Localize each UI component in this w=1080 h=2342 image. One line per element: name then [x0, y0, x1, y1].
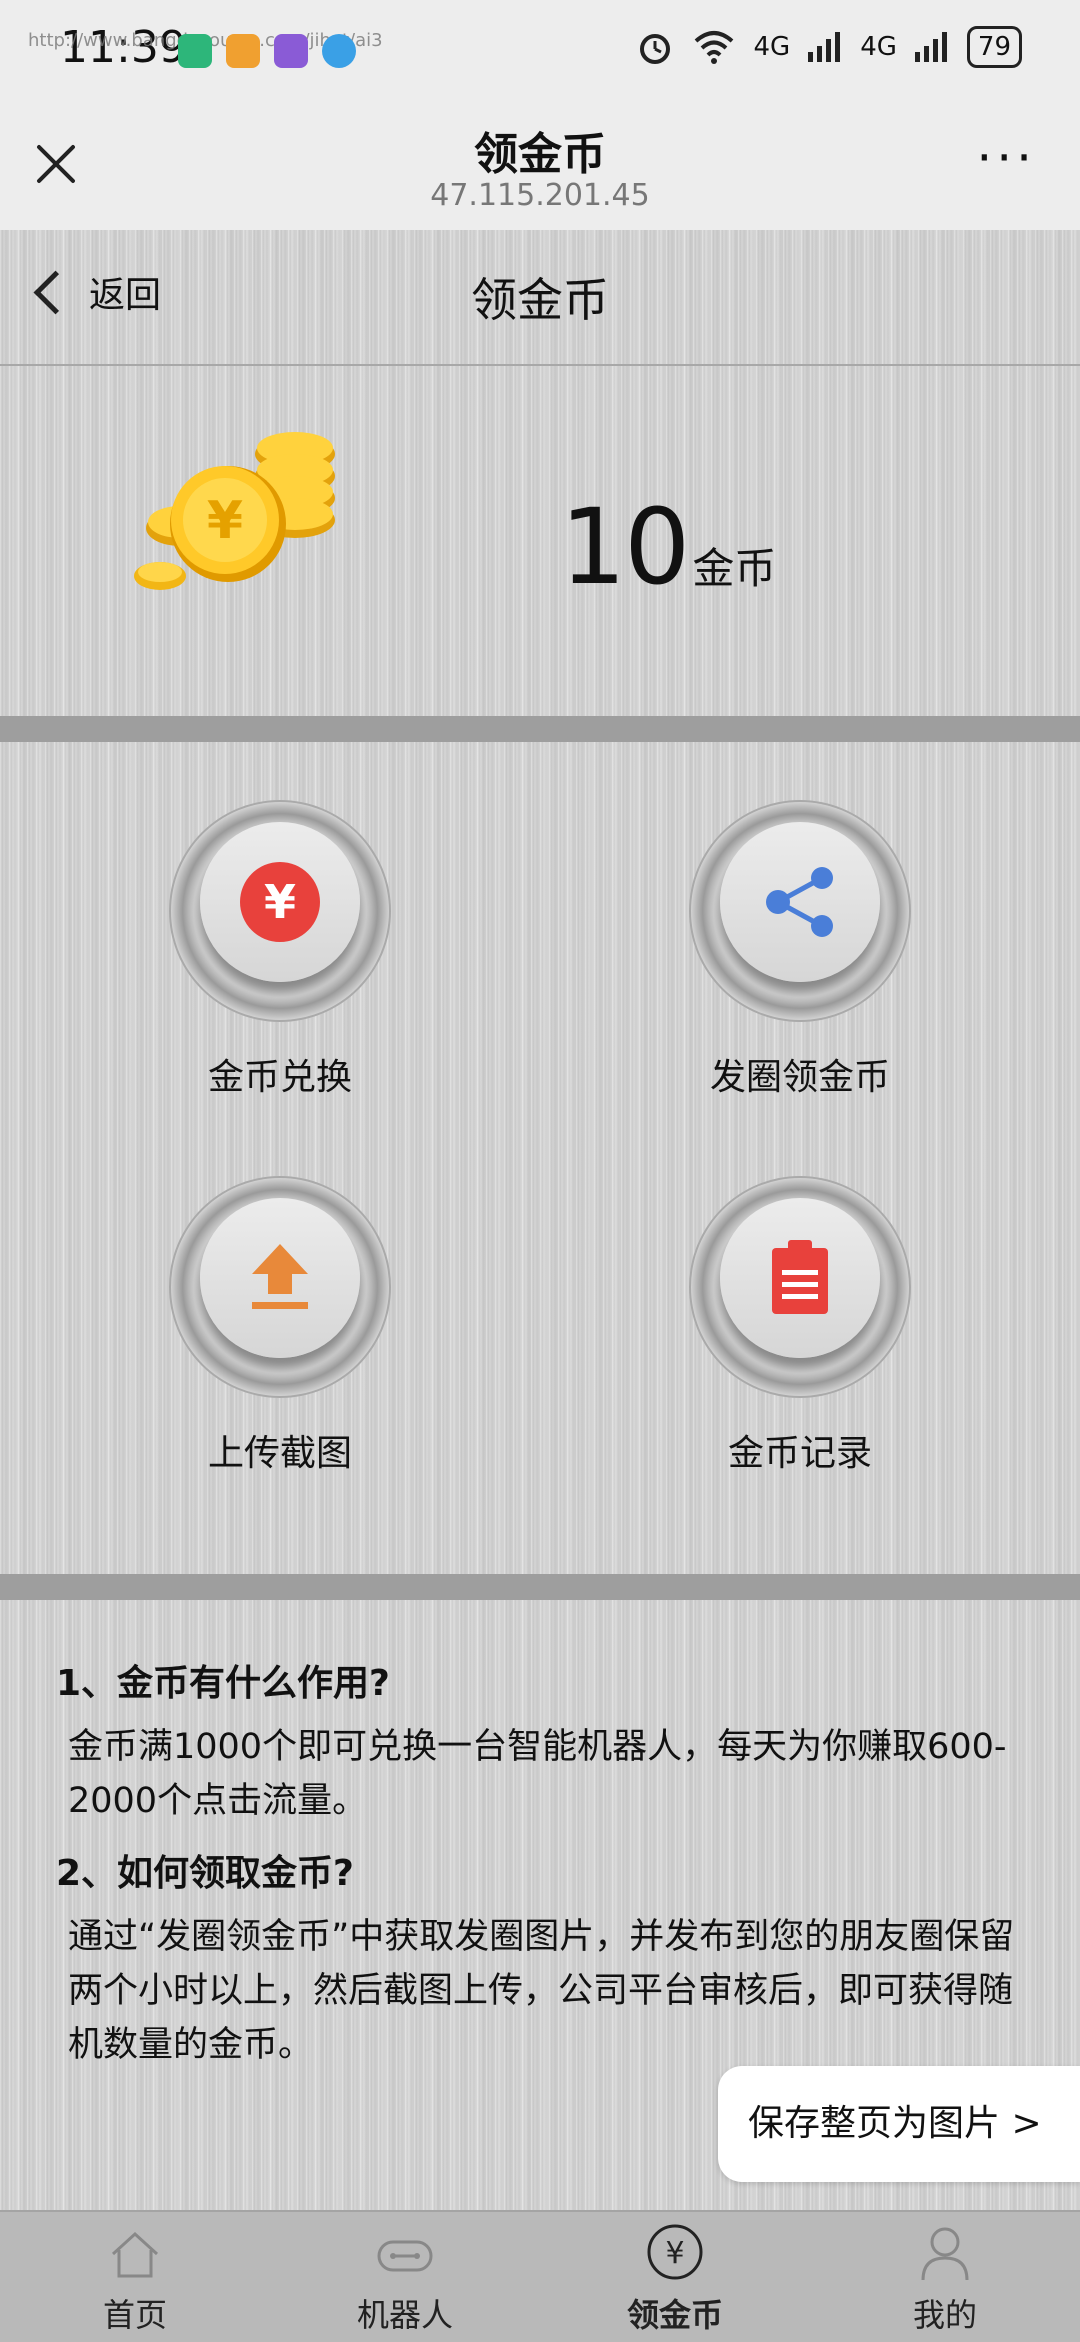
- browser-header: 领金币 47.115.201.45 ···: [0, 100, 1080, 230]
- tab-home[interactable]: 首页: [0, 2212, 270, 2342]
- share-icon: [766, 867, 833, 937]
- divider: [0, 1574, 1080, 1600]
- tab-label: 领金币: [626, 2296, 723, 2334]
- tab-label: 首页: [102, 2296, 167, 2334]
- save-page-as-image-button[interactable]: 保存整页为图片 >: [718, 2066, 1080, 2182]
- app-notification-icon: [178, 34, 212, 68]
- clipboard-icon: [772, 1240, 828, 1314]
- faq-answer: 金币满1000个即可兑换一台智能机器人，每天为你赚取600-2000个点击流量。: [68, 1727, 1007, 1821]
- coin-records-button[interactable]: 金币记录: [650, 1176, 950, 1476]
- action-label: 上传截图: [207, 1433, 352, 1474]
- bottom-tab-bar: 首页 机器人 ¥ 领金币 我的: [0, 2210, 1080, 2342]
- faq-answer: 通过“发圈领金币”中获取发圈图片，并发布到您的朋友圈保留两个小时以上，然后截图上…: [68, 1917, 1015, 2065]
- coin-unit: 金币: [692, 544, 777, 593]
- alarm-icon: [639, 34, 670, 64]
- tab-get-coins[interactable]: ¥ 领金币: [540, 2212, 810, 2342]
- button-ring: [689, 1176, 911, 1398]
- svg-text:¥: ¥: [264, 875, 296, 929]
- divider: [0, 716, 1080, 742]
- signal-4g-icon: 4G: [860, 32, 897, 62]
- action-label: 发圈领金币: [709, 1057, 890, 1098]
- status-icons: 4G 4G 79: [636, 26, 1022, 68]
- gold-coins-icon: ¥: [134, 432, 335, 590]
- browser-host: 47.115.201.45: [430, 178, 650, 213]
- wifi-icon: [694, 31, 733, 64]
- browser-title: 领金币: [474, 129, 606, 180]
- coin-balance-section: ¥ 10 金币: [0, 366, 1080, 716]
- action-grid: ¥ 金币兑换 发圈领金币 上传截图 金币记录: [0, 744, 1080, 1574]
- battery-indicator: 79: [966, 26, 1022, 68]
- tab-label: 机器人: [356, 2296, 453, 2334]
- signal-4g-icon: 4G: [753, 32, 791, 62]
- coin-amount: 10 金币: [560, 486, 776, 608]
- tab-label: 我的: [912, 2296, 977, 2334]
- yuan-circle-icon: ¥: [647, 2224, 703, 2280]
- tab-robot[interactable]: 机器人: [270, 2212, 540, 2342]
- faq-question: 2、如何领取金币?: [56, 1853, 354, 1894]
- button-ring: [169, 1176, 391, 1398]
- button-ring: [689, 800, 911, 1022]
- tab-me[interactable]: 我的: [810, 2212, 1080, 2342]
- yuan-icon: ¥: [240, 862, 320, 942]
- user-icon: [921, 2227, 969, 2281]
- button-ring: ¥: [169, 800, 391, 1022]
- app-notification-icon: [226, 34, 260, 68]
- button-knob: ¥: [200, 822, 360, 982]
- action-label: 金币记录: [727, 1433, 872, 1474]
- action-label: 金币兑换: [207, 1057, 352, 1098]
- page-title: 领金币: [471, 273, 609, 327]
- svg-text:¥: ¥: [665, 2236, 684, 2271]
- upload-icon: [252, 1244, 308, 1309]
- status-bar: 11:39 http://www.bangdacourse.com/jihot/…: [0, 0, 1080, 100]
- app-notification-icon: [322, 34, 356, 68]
- exchange-coins-button[interactable]: ¥ 金币兑换: [130, 800, 430, 1100]
- signal-bars-icon: [808, 32, 841, 62]
- more-menu-button[interactable]: ···: [976, 133, 1036, 183]
- button-knob: [200, 1198, 360, 1358]
- robot-icon: [377, 2240, 433, 2272]
- share-for-coins-button[interactable]: 发圈领金币: [650, 800, 950, 1100]
- svg-text:¥: ¥: [207, 491, 243, 551]
- faq-question: 1、金币有什么作用?: [56, 1663, 390, 1704]
- coin-count: 10: [560, 486, 690, 608]
- upload-screenshot-button[interactable]: 上传截图: [130, 1176, 430, 1476]
- button-knob: [720, 1198, 880, 1358]
- page-header: 返回 领金币: [0, 230, 1080, 366]
- signal-bars-icon: [914, 32, 947, 62]
- home-icon: [111, 2231, 159, 2278]
- button-knob: [720, 822, 880, 982]
- app-notification-icon: [274, 34, 308, 68]
